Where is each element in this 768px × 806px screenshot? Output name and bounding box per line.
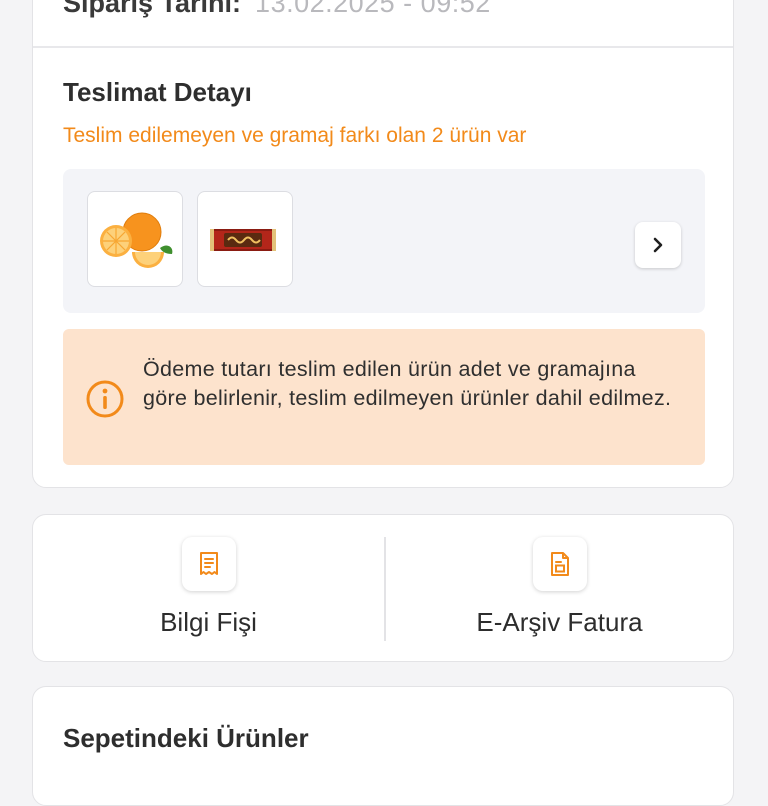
receipt-icon-container (181, 537, 236, 591)
e-archive-invoice-button[interactable]: E-Arşiv Fatura (384, 515, 735, 663)
info-receipt-button[interactable]: Bilgi Fişi (33, 515, 384, 663)
info-icon (86, 380, 124, 418)
e-archive-invoice-label: E-Arşiv Fatura (476, 607, 643, 637)
basket-products-card: Sepetindeki Ürünler (32, 686, 734, 806)
orange-product-image[interactable] (87, 191, 183, 287)
order-date-value: 13.02.2025 - 09:52 (255, 0, 491, 18)
payment-info-box: Ödeme tutarı teslim edilen ürün adet ve … (63, 329, 705, 465)
delivery-warning-text: Teslim edilemeyen ve gramaj farkı olan 2… (63, 124, 527, 147)
invoice-icon-container (532, 537, 587, 591)
order-date-label: Sipariş Tarihi: (63, 0, 242, 18)
order-detail-card: Sipariş Tarihi: 13.02.2025 - 09:52 Tesli… (32, 0, 734, 488)
receipt-icon (199, 552, 218, 575)
info-receipt-label: Bilgi Fişi (160, 607, 257, 637)
document-icon (550, 552, 569, 576)
chevron-right-icon (653, 237, 663, 253)
delivery-detail-title: Teslimat Detayı (63, 77, 252, 107)
chocolate-bar-product-image[interactable] (197, 191, 293, 287)
divider (33, 46, 733, 48)
next-products-button[interactable] (635, 222, 681, 268)
product-thumbnail-strip[interactable] (63, 169, 705, 313)
payment-info-text: Ödeme tutarı teslim edilen ürün adet ve … (143, 357, 672, 410)
order-date-row: Sipariş Tarihi: 13.02.2025 - 09:52 (63, 0, 491, 19)
basket-products-title: Sepetindeki Ürünler (63, 723, 309, 753)
documents-card: Bilgi Fişi E-Arşiv Fatura (32, 514, 734, 662)
